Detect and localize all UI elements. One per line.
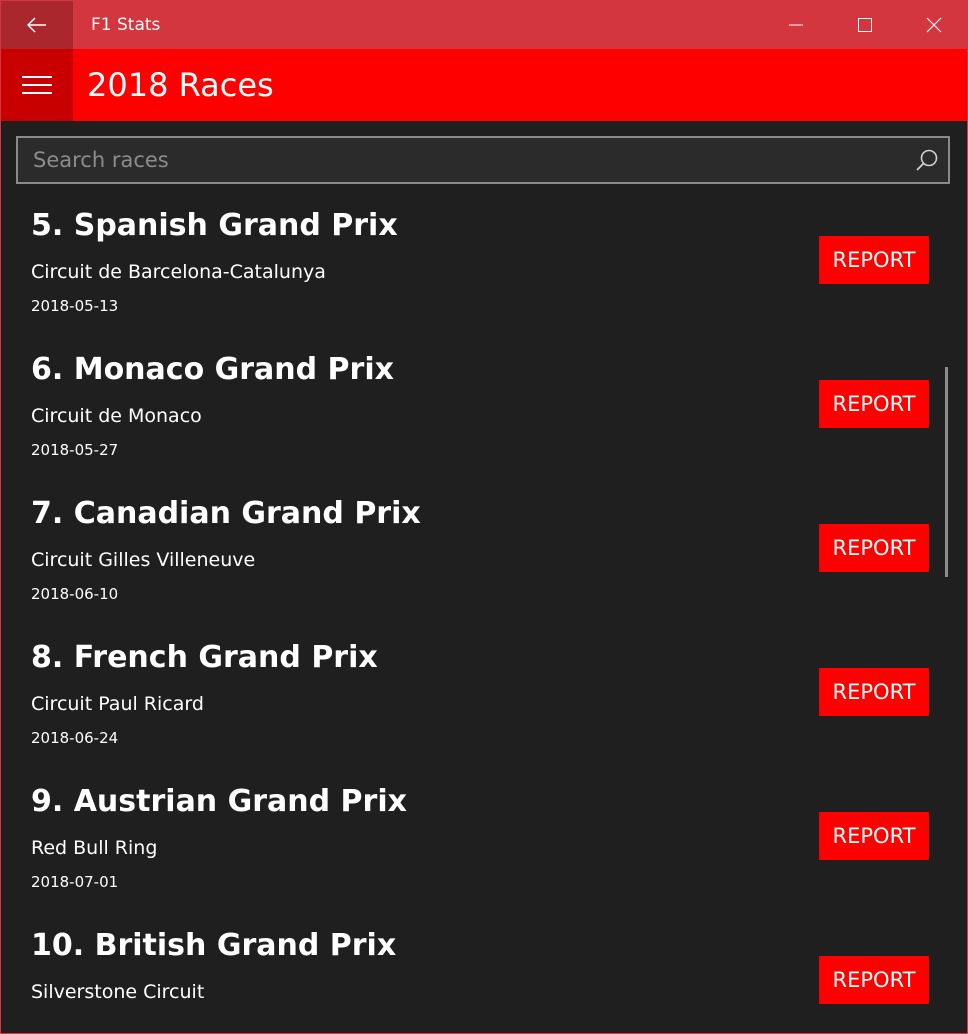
race-name: 9. Austrian Grand Prix xyxy=(31,784,407,819)
app-window: F1 Stats 2018 Races Search races 5. Span… xyxy=(0,0,968,1034)
report-button[interactable]: REPORT xyxy=(819,812,929,860)
race-circuit: Silverstone Circuit xyxy=(31,981,205,1003)
list-item: 6. Monaco Grand Prix Circuit de Monaco 2… xyxy=(0,348,968,492)
hamburger-menu-icon xyxy=(21,76,52,94)
app-header: 2018 Races xyxy=(0,49,968,121)
search-box xyxy=(16,136,950,184)
race-circuit: Circuit de Barcelona-Catalunya xyxy=(31,261,326,283)
minimize-button[interactable] xyxy=(761,0,830,49)
race-name: 7. Canadian Grand Prix xyxy=(31,496,421,531)
race-date: 2018-06-24 xyxy=(31,729,119,747)
report-button[interactable]: REPORT xyxy=(819,380,929,428)
search-icon xyxy=(916,149,938,171)
list-item: 8. French Grand Prix Circuit Paul Ricard… xyxy=(0,636,968,780)
race-date: 2018-05-27 xyxy=(31,441,119,459)
report-button[interactable]: REPORT xyxy=(819,236,929,284)
race-circuit: Circuit Gilles Villeneuve xyxy=(31,549,256,571)
race-name: 10. British Grand Prix xyxy=(31,928,397,963)
title-bar: F1 Stats xyxy=(0,0,968,49)
race-circuit: Red Bull Ring xyxy=(31,837,158,859)
list-item: 10. British Grand Prix Silverstone Circu… xyxy=(0,924,968,1034)
list-item: 9. Austrian Grand Prix Red Bull Ring 201… xyxy=(0,780,968,924)
race-circuit: Circuit Paul Ricard xyxy=(31,693,204,715)
scrollbar-thumb[interactable] xyxy=(945,367,948,577)
report-button[interactable]: REPORT xyxy=(819,524,929,572)
close-button[interactable] xyxy=(899,0,968,49)
race-date: 2018-05-13 xyxy=(31,297,119,315)
page-title: 2018 Races xyxy=(87,66,274,104)
race-circuit: Circuit de Monaco xyxy=(31,405,202,427)
search-button[interactable] xyxy=(906,140,948,180)
report-button[interactable]: REPORT xyxy=(819,956,929,1004)
close-icon xyxy=(926,17,941,32)
search-input[interactable] xyxy=(18,139,906,181)
list-item: 5. Spanish Grand Prix Circuit de Barcelo… xyxy=(0,204,968,348)
race-name: 5. Spanish Grand Prix xyxy=(31,208,398,243)
race-date: 2018-07-01 xyxy=(31,873,119,891)
maximize-icon xyxy=(857,17,872,32)
race-list: 5. Spanish Grand Prix Circuit de Barcelo… xyxy=(0,204,968,1034)
hamburger-menu-button[interactable] xyxy=(0,49,73,121)
race-name: 6. Monaco Grand Prix xyxy=(31,352,394,387)
app-title: F1 Stats xyxy=(91,14,161,35)
minimize-icon xyxy=(788,24,803,25)
window-caption-buttons xyxy=(761,0,968,49)
list-item: 7. Canadian Grand Prix Circuit Gilles Vi… xyxy=(0,492,968,636)
back-arrow-icon xyxy=(26,16,46,33)
back-button[interactable] xyxy=(0,0,73,49)
race-name: 8. French Grand Prix xyxy=(31,640,378,675)
maximize-button[interactable] xyxy=(830,0,899,49)
race-date: 2018-06-10 xyxy=(31,585,119,603)
report-button[interactable]: REPORT xyxy=(819,668,929,716)
